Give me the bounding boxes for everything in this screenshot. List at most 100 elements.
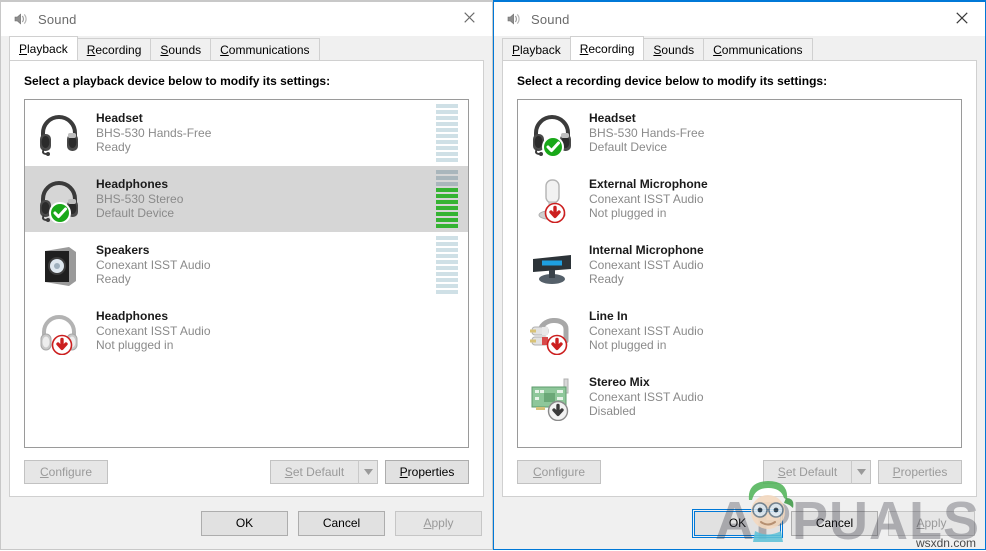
panel-buttons: Configure Set Default Properties [517, 460, 962, 484]
headphones-icon [35, 307, 83, 355]
device-status: Default Device [96, 206, 175, 221]
device-text: External Microphone Conexant ISST Audio … [589, 177, 953, 221]
tabstrip: Playback Recording Sounds Communications [9, 36, 484, 60]
tabstrip: Playback Recording Sounds Communications [502, 36, 977, 60]
volume-meter [436, 170, 458, 228]
chevron-down-icon [856, 469, 866, 475]
device-row[interactable]: Speakers Conexant ISST Audio Ready [25, 232, 468, 298]
device-text: Stereo Mix Conexant ISST Audio Disabled [589, 375, 953, 419]
device-name: Internal Microphone [589, 243, 704, 258]
panel-buttons: Configure Set Default Properties [24, 460, 469, 484]
window-title: Sound [531, 11, 570, 27]
device-description: Conexant ISST Audio [589, 191, 704, 206]
tab-communications[interactable]: Communications [703, 38, 813, 60]
device-row[interactable]: Headphones Conexant ISST Audio Not plugg… [25, 298, 468, 364]
device-name: Headset [96, 111, 143, 126]
headset-icon [35, 175, 83, 223]
volume-meter [436, 236, 458, 294]
microphone-icon [528, 175, 576, 223]
device-name: Stereo Mix [589, 375, 650, 390]
sound-app-icon [507, 13, 520, 25]
device-status: Default Device [589, 140, 668, 155]
dialog-footer: OK Cancel Apply [1, 497, 492, 549]
titlebar: Sound [494, 2, 985, 36]
device-status: Ready [589, 272, 624, 287]
headset-icon [35, 109, 83, 157]
device-status: Disabled [589, 404, 636, 419]
device-description: Conexant ISST Audio [589, 257, 704, 272]
close-icon [463, 12, 475, 23]
internal-mic-icon [528, 241, 576, 289]
device-row[interactable]: Line In Conexant ISST Audio Not plugged … [518, 298, 961, 364]
close-button[interactable] [939, 2, 985, 33]
device-name: External Microphone [589, 177, 708, 192]
set-default-button[interactable]: Set Default [270, 460, 358, 484]
device-name: Headphones [96, 309, 169, 324]
sound-app-icon [14, 13, 27, 25]
device-name: Headphones [96, 177, 169, 192]
device-status: Not plugged in [589, 338, 667, 353]
apply-button[interactable]: Apply [888, 510, 975, 536]
volume-meter [436, 104, 458, 162]
set-default-dropdown-button[interactable] [851, 460, 871, 484]
properties-button[interactable]: Properties [385, 460, 469, 484]
device-name: Speakers [96, 243, 150, 258]
device-row[interactable]: Headset BHS-530 Hands-Free Ready [25, 100, 468, 166]
device-description: BHS-530 Hands-Free [589, 125, 705, 140]
configure-button[interactable]: Configure [517, 460, 601, 484]
device-row[interactable]: Stereo Mix Conexant ISST Audio Disabled [518, 364, 961, 430]
recording-device-list[interactable]: Headset BHS-530 Hands-Free Default Devic… [517, 99, 962, 448]
device-row[interactable]: Internal Microphone Conexant ISST Audio … [518, 232, 961, 298]
titlebar: Sound [1, 2, 492, 36]
tab-panel: Select a recording device below to modif… [502, 60, 977, 497]
panel-prompt: Select a recording device below to modif… [517, 74, 828, 88]
device-name: Line In [589, 309, 628, 324]
device-text: Internal Microphone Conexant ISST Audio … [589, 243, 953, 287]
dialog-footer: OK Cancel Apply [494, 497, 985, 549]
tab-communications[interactable]: Communications [210, 38, 320, 60]
device-text: Headphones Conexant ISST Audio Not plugg… [96, 309, 436, 353]
screen: Sound Playback Recording Sounds Communic… [0, 0, 986, 550]
cancel-button[interactable]: Cancel [298, 510, 385, 536]
close-icon [956, 11, 968, 24]
set-default-split-button[interactable]: Set Default [763, 460, 871, 484]
tab-panel: Select a playback device below to modify… [9, 60, 484, 497]
device-description: BHS-530 Hands-Free [96, 125, 212, 140]
device-status: Not plugged in [589, 206, 667, 221]
ok-button[interactable]: OK [201, 510, 288, 536]
device-description: Conexant ISST Audio [96, 323, 211, 338]
set-default-button[interactable]: Set Default [763, 460, 851, 484]
cancel-button[interactable]: Cancel [791, 510, 878, 536]
device-description: Conexant ISST Audio [96, 257, 211, 272]
playback-device-list[interactable]: Headset BHS-530 Hands-Free Ready Headpho… [24, 99, 469, 448]
ok-button[interactable]: OK [692, 508, 783, 538]
device-status: Ready [96, 272, 131, 287]
device-status: Not plugged in [96, 338, 174, 353]
device-row[interactable]: Headphones BHS-530 Stereo Default Device [25, 166, 468, 232]
device-row[interactable]: External Microphone Conexant ISST Audio … [518, 166, 961, 232]
device-row[interactable]: Headset BHS-530 Hands-Free Default Devic… [518, 100, 961, 166]
tab-recording[interactable]: Recording [569, 36, 645, 60]
window-title: Sound [38, 11, 77, 27]
configure-button[interactable]: Configure [24, 460, 108, 484]
apply-button[interactable]: Apply [395, 510, 482, 536]
set-default-dropdown-button[interactable] [358, 460, 378, 484]
device-description: Conexant ISST Audio [589, 389, 704, 404]
tab-sounds[interactable]: Sounds [643, 38, 705, 60]
sound-window-playback: Sound Playback Recording Sounds Communic… [0, 0, 493, 550]
tab-playback[interactable]: Playback [9, 36, 78, 60]
close-button[interactable] [446, 2, 492, 33]
line-in-icon [528, 307, 576, 355]
properties-button[interactable]: Properties [878, 460, 962, 484]
device-text: Headset BHS-530 Hands-Free Ready [96, 111, 436, 155]
tab-recording[interactable]: Recording [76, 38, 152, 60]
device-text: Headphones BHS-530 Stereo Default Device [96, 177, 436, 221]
device-text: Speakers Conexant ISST Audio Ready [96, 243, 436, 287]
device-description: BHS-530 Stereo [96, 191, 184, 206]
tab-playback[interactable]: Playback [502, 38, 571, 60]
set-default-split-button[interactable]: Set Default [270, 460, 378, 484]
headset-icon [528, 109, 576, 157]
chevron-down-icon [363, 469, 373, 475]
tab-sounds[interactable]: Sounds [150, 38, 212, 60]
sound-card-icon [528, 373, 576, 421]
